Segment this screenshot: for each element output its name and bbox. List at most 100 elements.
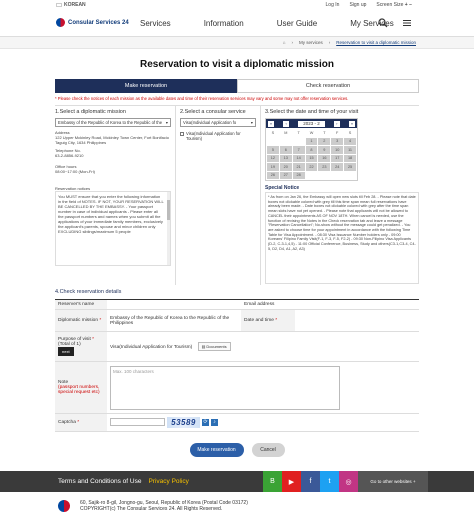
calendar-day[interactable]: 17 — [331, 154, 344, 162]
language-selector[interactable]: KOREAN — [56, 2, 86, 8]
caret-down-icon: ▾ — [250, 120, 253, 125]
breadcrumb-my-services[interactable]: My services — [299, 40, 323, 45]
captcha-image: 53589 — [167, 416, 200, 428]
calendar-day[interactable]: 9 — [318, 146, 331, 154]
caret-down-icon: ▾ — [165, 120, 168, 125]
calendar-day[interactable]: 1 — [305, 137, 318, 145]
page-title: Reservation to visit a diplomatic missio… — [140, 59, 334, 70]
calendar-day[interactable]: 28 — [292, 171, 305, 179]
zoom-out-icon[interactable]: − — [409, 2, 412, 8]
twitter-icon[interactable]: t — [320, 471, 339, 492]
zoom-in-icon[interactable]: + — [405, 2, 408, 8]
reservation-notices-box[interactable]: You MUST ensure that you enter the follo… — [55, 191, 171, 266]
footer-bar: Terms and Conditions of Use Privacy Poli… — [0, 471, 474, 492]
refresh-icon[interactable]: ⟳ — [202, 418, 209, 426]
consular-service-select[interactable]: Visa(Individual Application fo ▾ — [180, 118, 256, 127]
next-month-icon[interactable]: › — [333, 120, 340, 127]
calendar-day[interactable]: 15 — [305, 154, 318, 162]
weekday-header: M — [284, 130, 288, 135]
login-link[interactable]: Log In — [326, 2, 340, 8]
special-notice-title: Special Notice — [265, 185, 300, 191]
menu-icon[interactable] — [402, 18, 412, 28]
prev-month-icon[interactable]: ‹ — [283, 120, 290, 127]
service-select-value: Visa(Individual Application fo — [183, 120, 237, 125]
calendar-day[interactable]: 2 — [318, 137, 331, 145]
other-websites-select[interactable]: Go to other websites + — [358, 471, 428, 492]
signup-link[interactable]: Sign up — [349, 2, 366, 8]
mission-select[interactable]: Embassy of the Republic of Korea to the … — [55, 118, 171, 127]
weekday-header: T — [297, 130, 300, 135]
prev-year-icon[interactable]: « — [268, 120, 274, 127]
instagram-icon[interactable]: ◎ — [339, 471, 358, 492]
next-button[interactable]: next — [58, 347, 74, 356]
next-year-icon[interactable]: » — [348, 120, 355, 127]
calendar-day[interactable]: 11 — [344, 146, 356, 154]
breadcrumb-separator-icon: › — [291, 40, 293, 45]
calendar-day[interactable]: 27 — [279, 171, 292, 179]
calendar-day[interactable]: 21 — [292, 163, 305, 171]
cancel-button[interactable]: Cancel — [251, 443, 285, 457]
calendar-day[interactable]: 8 — [305, 146, 318, 154]
calendar-day[interactable]: 5 — [267, 146, 279, 154]
nav-services[interactable]: Services — [140, 19, 171, 28]
step3-title: 3.Select the date and time of your visit — [265, 109, 359, 115]
tab-make-reservation[interactable]: Make reservation — [55, 79, 237, 93]
make-reservation-button[interactable]: Make reservation — [189, 443, 244, 457]
nav-user-guide[interactable]: User Guide — [277, 19, 317, 28]
calendar-day[interactable]: 16 — [318, 154, 331, 162]
calendar-day[interactable]: 19 — [267, 163, 279, 171]
calendar-day[interactable]: 18 — [344, 154, 356, 162]
calendar-day[interactable]: 24 — [331, 163, 344, 171]
audio-icon[interactable]: ♪ — [211, 418, 218, 426]
facebook-icon[interactable]: f — [301, 471, 320, 492]
calendar-day[interactable]: 25 — [344, 163, 356, 171]
calendar-day[interactable]: 12 — [267, 154, 279, 162]
document-icon: ▤ — [201, 344, 206, 349]
purpose-value: Visa(Individual Application for Tourism) — [110, 345, 193, 350]
tab-check-reservation[interactable]: Check reservation — [237, 79, 419, 93]
captcha-input[interactable] — [110, 418, 165, 427]
calendar-day[interactable]: 7 — [292, 146, 305, 154]
taegeuk-logo-icon — [56, 18, 65, 27]
home-icon[interactable]: ⌂ — [283, 40, 286, 45]
weekday-header: T — [323, 130, 326, 135]
breadcrumb-current[interactable]: Reservation to visit a diplomatic missio… — [336, 40, 416, 45]
screen-size-control[interactable]: Screen Size + − — [376, 2, 412, 8]
special-notice-text[interactable]: * As from on Jan 26, the Embassy will op… — [265, 192, 419, 284]
service-option[interactable]: Visa(Individual Application for Tourism) — [180, 131, 256, 141]
calendar-day[interactable]: 13 — [279, 154, 292, 162]
step3-panel: 3.Select the date and time of your visit… — [261, 106, 419, 285]
calendar-empty — [331, 172, 343, 180]
email-label: Email address — [241, 299, 295, 310]
note-label: Note (passport numbers, special request … — [55, 361, 107, 414]
calendar-empty — [344, 172, 356, 180]
scrollbar[interactable] — [167, 192, 170, 265]
search-icon[interactable] — [378, 18, 388, 28]
calendar-day[interactable]: 6 — [279, 146, 292, 154]
date-value — [295, 309, 419, 332]
calendar-day[interactable]: 3 — [331, 137, 344, 145]
calendar-day[interactable]: 23 — [318, 163, 331, 171]
calendar-day[interactable]: 22 — [305, 163, 318, 171]
note-textarea[interactable]: Max. 100 characters — [110, 365, 340, 410]
blog-icon[interactable]: B — [263, 471, 282, 492]
terms-link[interactable]: Terms and Conditions of Use — [58, 478, 141, 485]
calendar-day[interactable]: 4 — [344, 137, 356, 145]
documents-button[interactable]: ▤ Documents — [197, 342, 231, 351]
calendar-day[interactable]: 20 — [279, 163, 292, 171]
mission-notice: * Please check the notices of each missi… — [55, 96, 349, 101]
calendar-day[interactable]: 26 — [267, 171, 279, 179]
privacy-link[interactable]: Privacy Policy — [148, 478, 188, 485]
nav-information[interactable]: Information — [204, 19, 244, 28]
checkbox[interactable] — [180, 132, 184, 136]
mission-label: Diplomatic mission * — [55, 309, 107, 332]
footer-address: 60, Sajik-ro 8-gil, Jongno-gu, Seoul, Re… — [80, 499, 248, 506]
reservation-notices-text: You MUST ensure that you enter the follo… — [58, 194, 164, 234]
calendar-day[interactable]: 14 — [292, 154, 305, 162]
calendar-day[interactable]: 10 — [331, 146, 344, 154]
purpose-value-cell: Visa(Individual Application for Tourism)… — [107, 331, 419, 362]
youtube-icon[interactable]: ▶ — [282, 471, 301, 492]
email-value — [295, 299, 419, 310]
site-logo[interactable]: Consular Services 24 — [56, 18, 129, 27]
mission-value: Embassy of the Republic of Korea to the … — [107, 309, 241, 332]
